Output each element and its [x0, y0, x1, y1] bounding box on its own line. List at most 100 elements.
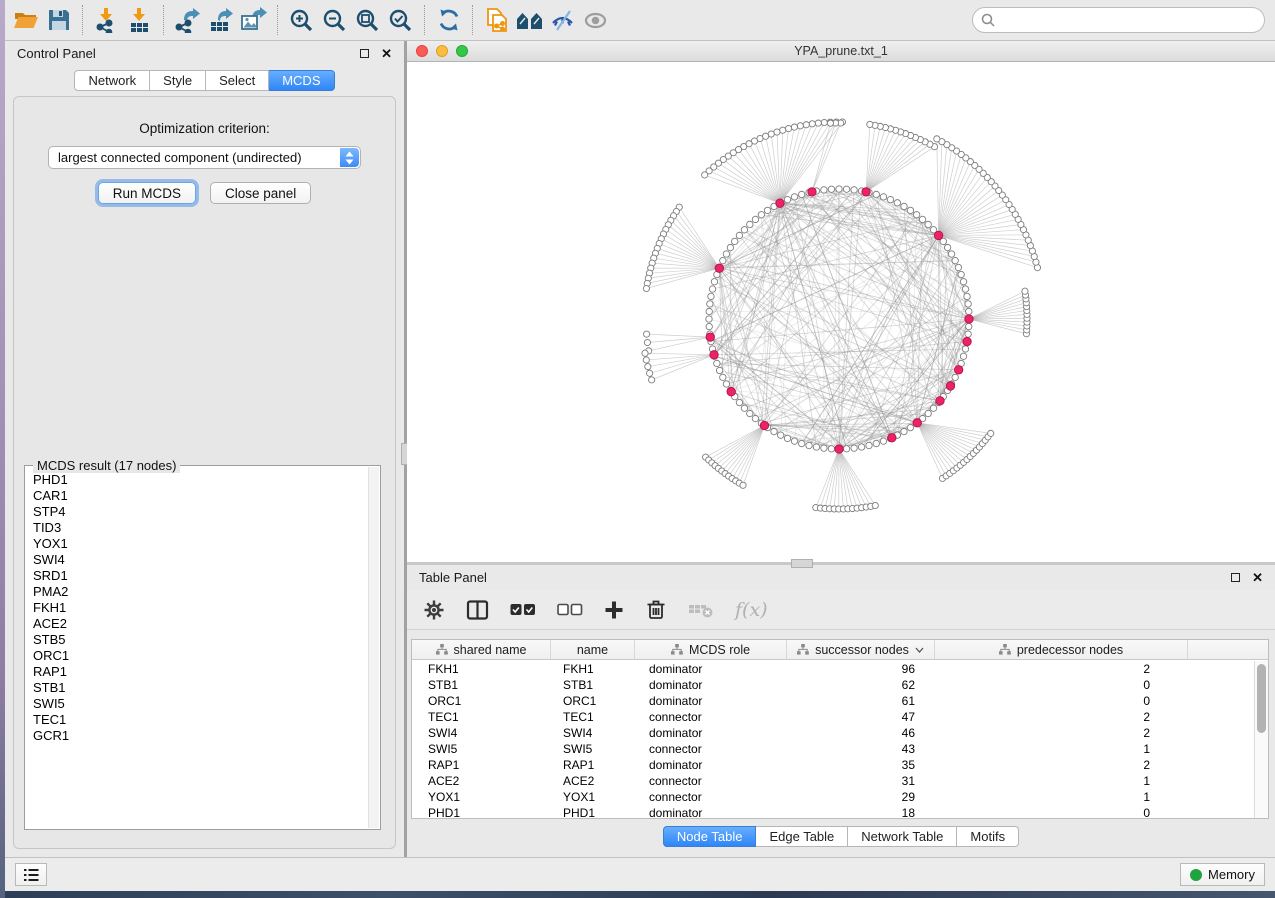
- graph-node[interactable]: [706, 316, 712, 322]
- table-row[interactable]: SWI5SWI5connector431: [412, 741, 1254, 757]
- float-panel-icon[interactable]: [1231, 570, 1240, 585]
- graph-node[interactable]: [714, 360, 720, 366]
- graph-node[interactable]: [720, 257, 726, 263]
- graph-node[interactable]: [702, 172, 708, 178]
- result-node-item[interactable]: STP4: [33, 504, 366, 520]
- mcds-hub-node[interactable]: [913, 419, 921, 427]
- graph-node[interactable]: [925, 221, 931, 227]
- graph-node[interactable]: [764, 207, 770, 213]
- scrollbar-thumb[interactable]: [1257, 664, 1266, 733]
- graph-node[interactable]: [771, 428, 777, 434]
- graph-node[interactable]: [821, 187, 827, 193]
- result-node-item[interactable]: RAP1: [33, 664, 366, 680]
- export-network-button[interactable]: [171, 4, 204, 37]
- graph-node[interactable]: [827, 120, 833, 126]
- graph-node[interactable]: [644, 339, 650, 345]
- graph-node[interactable]: [873, 440, 879, 446]
- network-view-titlebar[interactable]: YPA_prune.txt_1: [407, 41, 1275, 62]
- graph-node[interactable]: [706, 323, 712, 329]
- graph-node[interactable]: [919, 216, 925, 222]
- graph-node[interactable]: [907, 424, 913, 430]
- graph-node[interactable]: [828, 186, 834, 192]
- zoom-selected-button[interactable]: [384, 4, 417, 37]
- result-node-item[interactable]: TEC1: [33, 712, 366, 728]
- run-mcds-button[interactable]: Run MCDS: [98, 182, 196, 204]
- import-network-button[interactable]: [90, 4, 123, 37]
- table-row[interactable]: TEC1TEC1connector472: [412, 709, 1254, 725]
- column-header-MCDS-role[interactable]: MCDS role: [635, 640, 787, 659]
- table-row[interactable]: SWI4SWI4dominator462: [412, 725, 1254, 741]
- graph-node[interactable]: [727, 244, 733, 250]
- mcds-hub-node[interactable]: [710, 351, 718, 359]
- graph-node[interactable]: [752, 415, 758, 421]
- mcds-hub-node[interactable]: [776, 199, 784, 207]
- close-panel-icon[interactable]: ✕: [1252, 571, 1263, 584]
- create-column-button[interactable]: [604, 597, 624, 623]
- hide-selected-button[interactable]: [546, 4, 579, 37]
- result-node-item[interactable]: STB1: [33, 680, 366, 696]
- mcds-hub-node[interactable]: [727, 387, 735, 395]
- graph-node[interactable]: [958, 271, 964, 277]
- float-panel-icon[interactable]: [360, 46, 369, 61]
- column-header-name[interactable]: name: [551, 640, 635, 659]
- graph-node[interactable]: [952, 374, 958, 380]
- graph-node[interactable]: [758, 212, 764, 218]
- table-tab-network-table[interactable]: Network Table: [848, 826, 957, 847]
- delete-selected-button[interactable]: [645, 597, 667, 623]
- import-table-button[interactable]: [123, 4, 156, 37]
- tab-style[interactable]: Style: [150, 70, 206, 91]
- graph-node[interactable]: [843, 446, 849, 452]
- graph-node[interactable]: [966, 323, 972, 329]
- table-row[interactable]: STB1STB1dominator620: [412, 677, 1254, 693]
- graph-node[interactable]: [887, 196, 893, 202]
- attribute-settings-button[interactable]: [423, 597, 445, 623]
- graph-node[interactable]: [955, 264, 961, 270]
- optimization-criterion-select[interactable]: largest connected component (undirected): [48, 146, 361, 169]
- mcds-hub-node[interactable]: [706, 333, 714, 341]
- memory-button[interactable]: Memory: [1180, 863, 1265, 886]
- save-session-button[interactable]: [42, 4, 75, 37]
- graph-node[interactable]: [747, 410, 753, 416]
- graph-node[interactable]: [843, 186, 849, 192]
- close-panel-icon[interactable]: ✕: [381, 47, 392, 60]
- graph-node[interactable]: [784, 196, 790, 202]
- graph-node[interactable]: [809, 121, 815, 127]
- graph-node[interactable]: [643, 285, 649, 291]
- mcds-hub-node[interactable]: [835, 445, 843, 453]
- column-header-shared-name[interactable]: shared name: [412, 640, 551, 659]
- graph-node[interactable]: [740, 482, 746, 488]
- graph-node[interactable]: [836, 186, 842, 192]
- minimize-window-icon[interactable]: [436, 45, 448, 57]
- graph-node[interactable]: [913, 212, 919, 218]
- graph-node[interactable]: [873, 191, 879, 197]
- result-scrollbar[interactable]: [368, 467, 379, 828]
- column-header-predecessor-nodes[interactable]: predecessor nodes: [935, 640, 1188, 659]
- graph-node[interactable]: [894, 200, 900, 206]
- open-file-button[interactable]: [9, 4, 42, 37]
- graph-node[interactable]: [716, 367, 722, 373]
- zoom-in-button[interactable]: [285, 4, 318, 37]
- graph-node[interactable]: [645, 364, 651, 370]
- graph-node[interactable]: [806, 442, 812, 448]
- zoom-out-button[interactable]: [318, 4, 351, 37]
- column-header-successor-nodes[interactable]: successor nodes: [787, 640, 935, 659]
- mcds-hub-node[interactable]: [934, 231, 942, 239]
- graph-node[interactable]: [880, 438, 886, 444]
- graph-node[interactable]: [777, 432, 783, 438]
- export-image-button[interactable]: [237, 4, 270, 37]
- graph-node[interactable]: [711, 279, 717, 285]
- graph-node[interactable]: [901, 428, 907, 434]
- graph-node[interactable]: [948, 251, 954, 257]
- graph-node[interactable]: [791, 194, 797, 200]
- result-node-item[interactable]: STB5: [33, 632, 366, 648]
- table-tab-motifs[interactable]: Motifs: [957, 826, 1019, 847]
- graph-node[interactable]: [736, 399, 742, 405]
- tab-select[interactable]: Select: [206, 70, 269, 91]
- first-neighbors-button[interactable]: [513, 4, 546, 37]
- graph-node[interactable]: [1022, 288, 1028, 294]
- show-all-button[interactable]: [579, 4, 612, 37]
- graph-node[interactable]: [708, 293, 714, 299]
- graph-node[interactable]: [706, 308, 712, 314]
- graph-node[interactable]: [642, 350, 648, 356]
- graph-node[interactable]: [934, 136, 940, 142]
